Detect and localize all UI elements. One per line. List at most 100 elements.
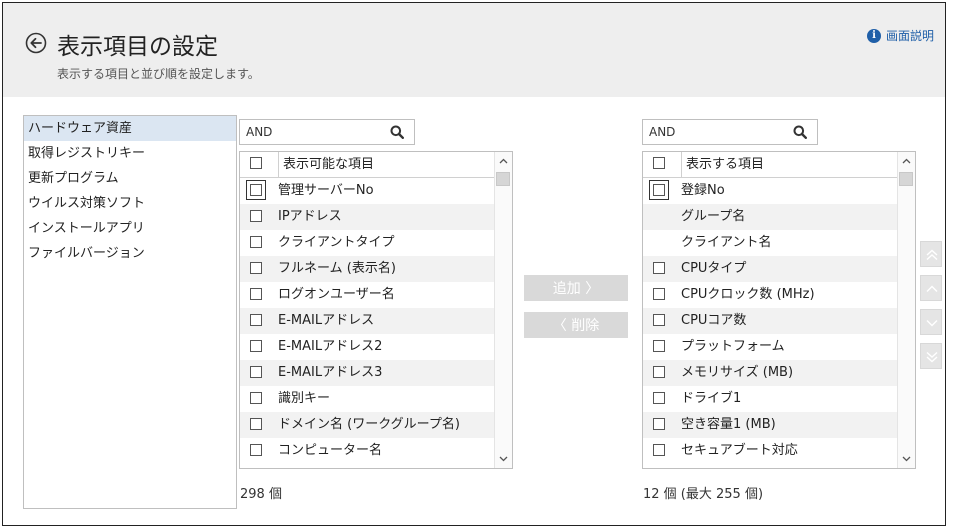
- item-checkbox[interactable]: [250, 314, 262, 326]
- category-item[interactable]: インストールアプリ: [24, 216, 236, 241]
- available-search-input[interactable]: [246, 124, 376, 140]
- list-item[interactable]: セキュアブート対応: [643, 438, 898, 464]
- item-checkbox[interactable]: [653, 314, 665, 326]
- item-checkbox[interactable]: [653, 418, 665, 430]
- scroll-down-icon[interactable]: [498, 453, 509, 464]
- available-scrollbar[interactable]: [494, 152, 512, 468]
- list-item[interactable]: CPUタイプ: [643, 256, 898, 282]
- select-all-checkbox[interactable]: [653, 157, 665, 169]
- item-label: ドライブ1: [681, 391, 742, 406]
- item-label: ドメイン名 (ワークグループ名): [278, 417, 460, 432]
- list-item[interactable]: クライアント名: [643, 230, 898, 256]
- item-checkbox[interactable]: [250, 392, 262, 404]
- select-all-checkbox[interactable]: [250, 157, 262, 169]
- item-checkbox[interactable]: [250, 288, 262, 300]
- list-item[interactable]: コンピューター名: [240, 438, 495, 464]
- list-item[interactable]: E-MAILアドレス3: [240, 360, 495, 386]
- item-label: CPUタイプ: [681, 261, 747, 276]
- item-label: クライアントタイプ: [278, 235, 395, 250]
- item-label: フルネーム (表示名): [278, 261, 396, 276]
- item-label: クライアント名: [681, 235, 772, 250]
- list-item[interactable]: ドメイン名 (ワークグループ名): [240, 412, 495, 438]
- list-item[interactable]: E-MAILアドレス2: [240, 334, 495, 360]
- displayed-header-label: 表示する項目: [681, 152, 764, 177]
- displayed-scrollbar[interactable]: [897, 152, 915, 468]
- displayed-rows: 登録No グループ名クライアント名 CPUタイプ CPUクロック数 (MHz) CPUコ…: [643, 178, 898, 468]
- item-checkbox[interactable]: [653, 366, 665, 378]
- remove-button[interactable]: 〈 削除: [524, 312, 628, 338]
- scroll-down-icon[interactable]: [901, 453, 912, 464]
- category-list: ハードウェア資産 取得レジストリキー 更新プログラム ウイルス対策ソフト インストールア…: [23, 115, 237, 509]
- scroll-up-icon[interactable]: [498, 156, 509, 167]
- item-checkbox[interactable]: [250, 340, 262, 352]
- item-checkbox[interactable]: [250, 210, 262, 222]
- item-checkbox[interactable]: [653, 288, 665, 300]
- scroll-thumb[interactable]: [899, 172, 913, 186]
- item-label: グループ名: [681, 209, 746, 224]
- help-link[interactable]: i 画面説明: [867, 27, 934, 44]
- list-item[interactable]: 空き容量1 (MB): [643, 412, 898, 438]
- displayed-count: 12 個 (最大 255 個): [643, 487, 764, 502]
- list-item[interactable]: IPアドレス: [240, 204, 495, 230]
- category-item[interactable]: ウイルス対策ソフト: [24, 191, 236, 216]
- list-item[interactable]: 管理サーバーNo: [240, 178, 495, 204]
- item-checkbox[interactable]: [250, 236, 262, 248]
- item-label: E-MAILアドレス: [278, 313, 375, 328]
- search-icon[interactable]: [793, 125, 807, 139]
- item-checkbox[interactable]: [250, 262, 262, 274]
- available-list-header: 表示可能な項目: [240, 152, 495, 178]
- chevron-up-icon: [926, 285, 938, 292]
- list-item[interactable]: フルネーム (表示名): [240, 256, 495, 282]
- item-label: プラットフォーム: [681, 339, 785, 354]
- category-item[interactable]: 取得レジストリキー: [24, 141, 236, 166]
- item-checkbox[interactable]: [246, 180, 266, 200]
- settings-window: 表示項目の設定 表示する項目と並び順を設定します。 i 画面説明 ハードウェア資…: [2, 2, 946, 526]
- item-label: E-MAILアドレス2: [278, 339, 383, 354]
- move-bottom-button[interactable]: [920, 343, 942, 369]
- item-checkbox[interactable]: [649, 180, 669, 200]
- item-label: CPUコア数: [681, 313, 747, 328]
- item-checkbox[interactable]: [250, 418, 262, 430]
- displayed-search-input[interactable]: [649, 124, 779, 140]
- category-item[interactable]: ハードウェア資産: [24, 116, 236, 141]
- item-checkbox[interactable]: [653, 262, 665, 274]
- list-item[interactable]: ログオンユーザー名: [240, 282, 495, 308]
- item-label: 空き容量1 (MB): [681, 417, 776, 432]
- help-label: 画面説明: [886, 29, 935, 43]
- list-item[interactable]: メモリサイズ (MB): [643, 360, 898, 386]
- item-checkbox[interactable]: [250, 366, 262, 378]
- list-item[interactable]: プラットフォーム: [643, 334, 898, 360]
- item-checkbox[interactable]: [653, 340, 665, 352]
- double-chevron-up-icon: [926, 249, 938, 261]
- search-icon[interactable]: [390, 125, 404, 139]
- move-down-button[interactable]: [920, 309, 942, 335]
- available-search-box: [239, 119, 415, 145]
- displayed-list-header: 表示する項目: [643, 152, 898, 178]
- list-item[interactable]: E-MAILアドレス: [240, 308, 495, 334]
- category-item[interactable]: ファイルバージョン: [24, 241, 236, 266]
- list-item[interactable]: クライアントタイプ: [240, 230, 495, 256]
- list-item[interactable]: 識別キー: [240, 386, 495, 412]
- item-label: メモリサイズ (MB): [681, 365, 794, 380]
- item-checkbox[interactable]: [653, 392, 665, 404]
- move-up-button[interactable]: [920, 275, 942, 301]
- list-item[interactable]: グループ名: [643, 204, 898, 230]
- back-arrow-icon[interactable]: [25, 32, 47, 54]
- add-button[interactable]: 追加 〉: [524, 275, 628, 301]
- page-subtitle: 表示する項目と並び順を設定します。: [57, 67, 260, 81]
- item-label: コンピューター名: [278, 443, 383, 458]
- item-label: CPUクロック数 (MHz): [681, 287, 815, 302]
- scroll-up-icon[interactable]: [901, 156, 912, 167]
- item-label: 管理サーバーNo: [278, 183, 374, 198]
- list-item[interactable]: CPUコア数: [643, 308, 898, 334]
- list-item[interactable]: 登録No: [643, 178, 898, 204]
- item-checkbox[interactable]: [250, 444, 262, 456]
- list-item[interactable]: ドライブ1: [643, 386, 898, 412]
- item-checkbox[interactable]: [653, 444, 665, 456]
- category-item[interactable]: 更新プログラム: [24, 166, 236, 191]
- info-icon: i: [867, 28, 881, 43]
- scroll-thumb[interactable]: [496, 172, 510, 186]
- list-item[interactable]: CPUクロック数 (MHz): [643, 282, 898, 308]
- move-top-button[interactable]: [920, 241, 942, 267]
- item-label: IPアドレス: [278, 209, 342, 224]
